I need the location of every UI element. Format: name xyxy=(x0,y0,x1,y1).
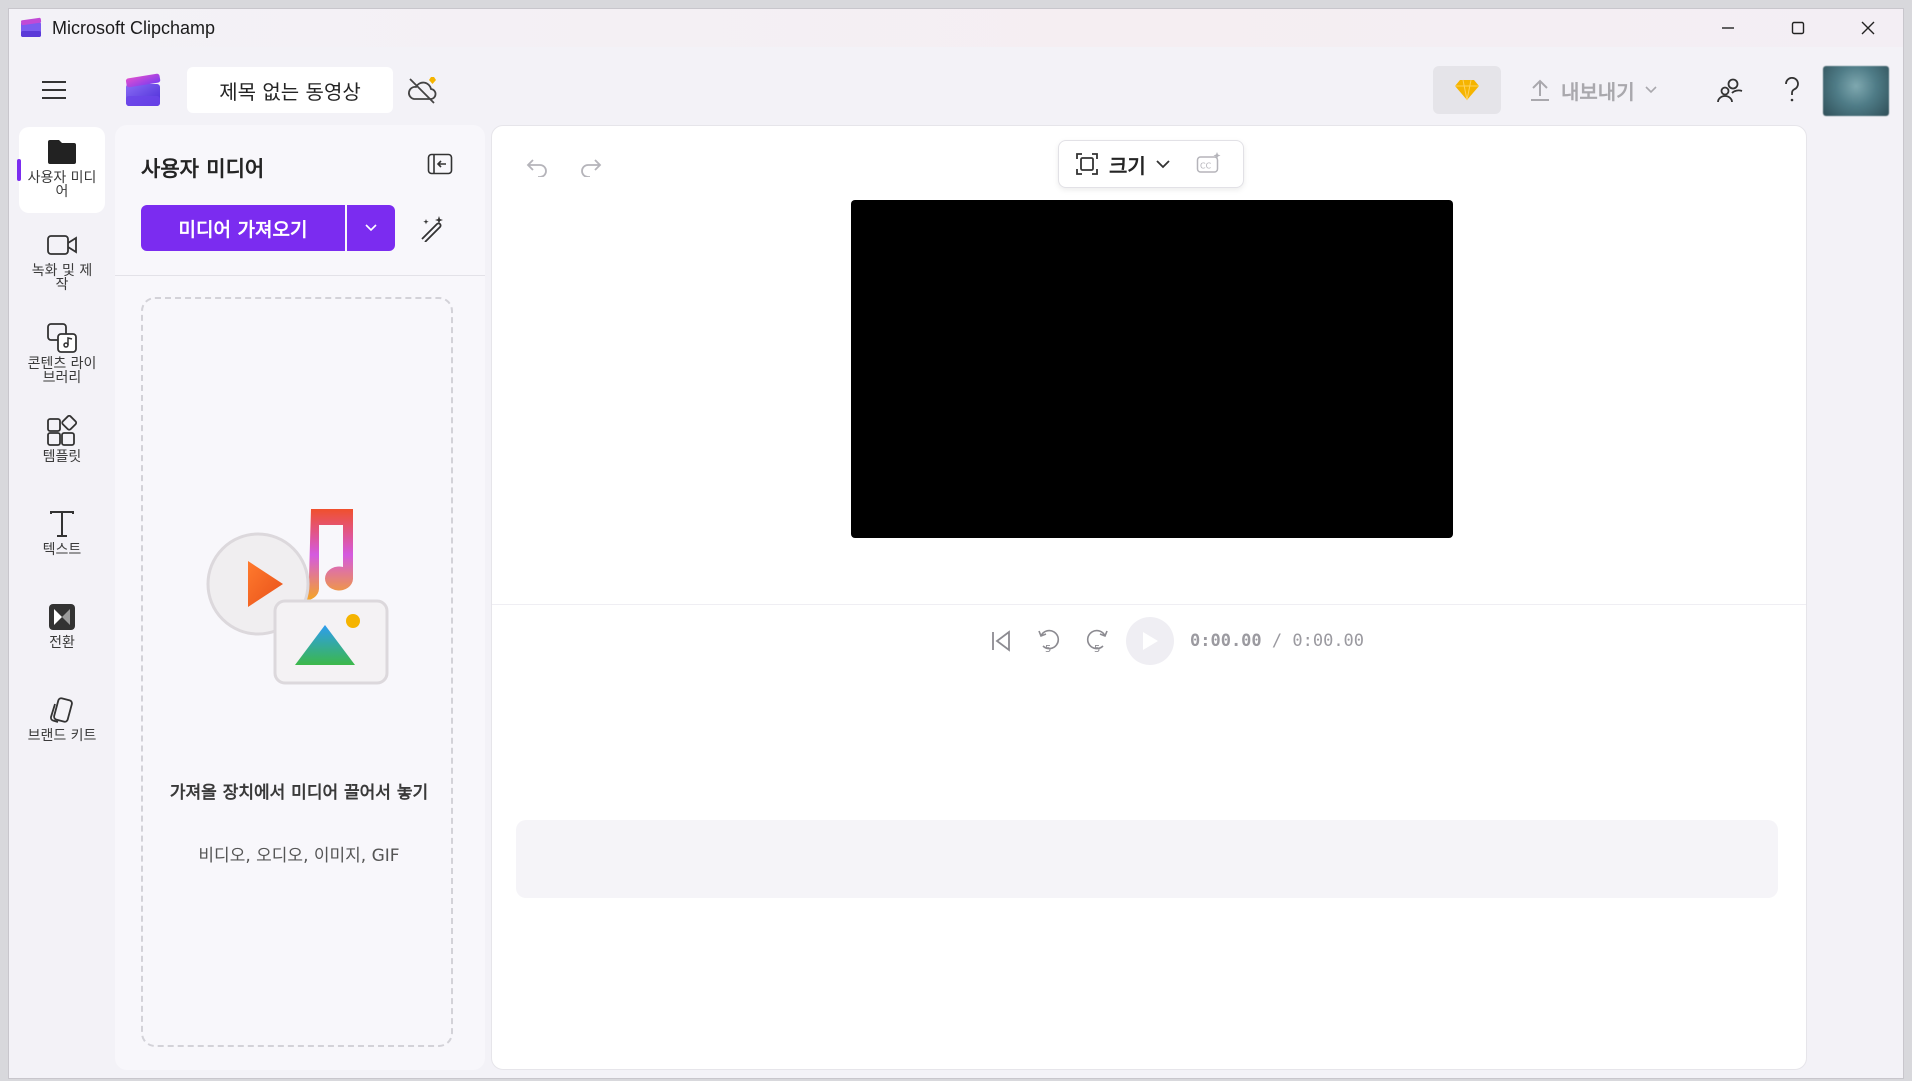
minimize-icon xyxy=(1722,27,1734,29)
export-label: 내보내기 xyxy=(1561,79,1635,104)
redo-button[interactable] xyxy=(574,150,608,184)
total-time: 0:00.00 xyxy=(1292,631,1365,651)
nav-label: 텍스트 xyxy=(42,542,82,558)
title-bar: Microsoft Clipchamp xyxy=(9,9,1903,47)
size-label: 크기 xyxy=(1109,153,1146,178)
skip-to-start-icon xyxy=(992,630,1010,652)
clipchamp-logo-icon xyxy=(125,73,161,106)
app-window: Microsoft Clipchamp 제목 없는 동영상 내보내기 사용자 미… xyxy=(8,8,1904,1079)
help-button[interactable] xyxy=(1771,69,1813,111)
svg-text:CC: CC xyxy=(1200,162,1212,171)
undo-button[interactable] xyxy=(520,150,554,184)
clipchamp-app-icon xyxy=(21,17,42,37)
nav-label: 사용자 미디어 xyxy=(27,170,97,200)
question-icon xyxy=(1785,77,1799,102)
nav-item-record-create[interactable]: 녹화 및 제작 xyxy=(19,220,105,306)
nav-item-brand-kit[interactable]: 브랜드 키트 xyxy=(19,685,105,771)
dropzone-subtitle: 비디오, 오디오, 이미지, GIF xyxy=(198,846,400,866)
chevron-down-icon xyxy=(1645,86,1657,94)
panel-title: 사용자 미디어 xyxy=(141,157,265,181)
rewind-5-button[interactable]: 5 xyxy=(1030,622,1068,660)
close-button[interactable] xyxy=(1833,9,1903,47)
current-time: 0:00.00 xyxy=(1190,631,1262,651)
undo-icon xyxy=(526,159,547,177)
skip-to-start-button[interactable] xyxy=(982,622,1020,660)
premium-button[interactable] xyxy=(1433,66,1501,114)
nav-item-your-media[interactable]: 사용자 미디어 xyxy=(17,127,105,213)
menu-button[interactable] xyxy=(39,75,69,105)
collapse-panel-icon xyxy=(427,153,453,175)
chevron-down-icon xyxy=(1156,159,1170,168)
minimize-button[interactable] xyxy=(1693,9,1763,47)
import-media-button[interactable]: 미디어 가져오기 xyxy=(141,205,345,251)
templates-icon xyxy=(47,415,78,446)
window-title: Microsoft Clipchamp xyxy=(52,17,216,38)
nav-label: 녹화 및 제작 xyxy=(31,263,93,293)
export-button[interactable]: 내보내기 xyxy=(1529,69,1679,111)
nav-item-transitions[interactable]: 전환 xyxy=(19,592,105,678)
nav-label: 콘텐츠 라이브러리 xyxy=(27,356,97,386)
share-button[interactable] xyxy=(1709,69,1751,111)
chevron-down-icon xyxy=(365,224,377,232)
redo-icon xyxy=(581,159,602,177)
maximize-icon xyxy=(1791,21,1805,35)
video-camera-icon xyxy=(47,235,77,255)
media-panel: 사용자 미디어 미디어 가져오기 가져올 장치에서 미디어 끌어서 놓기 비디오… xyxy=(115,125,485,1070)
top-bar: 제목 없는 동영상 내보내기 xyxy=(9,57,1903,119)
fast-forward-icon: 5 xyxy=(1086,629,1108,655)
dropzone-title: 가져올 장치에서 미디어 끌어서 놓기 xyxy=(169,783,429,803)
nav-item-content-library[interactable]: 콘텐츠 라이브러리 xyxy=(19,313,105,399)
media-dropzone[interactable]: 가져올 장치에서 미디어 끌어서 놓기 비디오, 오디오, 이미지, GIF xyxy=(141,297,453,1047)
maximize-button[interactable] xyxy=(1763,9,1833,47)
time-display: 0:00.00 / 0:00.00 xyxy=(1190,631,1364,651)
folder-icon xyxy=(48,140,76,164)
forward-seconds: 5 xyxy=(1094,644,1100,655)
video-preview-canvas[interactable] xyxy=(851,200,1453,538)
nav-item-templates[interactable]: 템플릿 xyxy=(19,406,105,492)
editor-divider xyxy=(492,604,1806,605)
import-media-dropdown[interactable] xyxy=(347,205,395,251)
editor-area: 크기 CC 5 5 0:00.00 / 0:00.00 xyxy=(491,125,1807,1070)
media-types-illustration-icon xyxy=(206,509,389,685)
playback-controls: 5 5 0:00.00 / 0:00.00 xyxy=(982,614,1382,668)
nav-label: 전환 xyxy=(49,635,75,651)
project-title-field[interactable]: 제목 없는 동영상 xyxy=(187,67,393,113)
play-button[interactable] xyxy=(1126,617,1174,665)
cloud-off-premium-icon xyxy=(408,77,437,104)
hamburger-icon xyxy=(42,81,66,99)
captions-sparkle-icon[interactable]: CC xyxy=(1196,152,1222,176)
text-icon xyxy=(50,511,74,537)
nav-item-text[interactable]: 텍스트 xyxy=(19,499,105,585)
nav-label: 브랜드 키트 xyxy=(27,728,97,744)
time-separator: / xyxy=(1261,631,1293,651)
forward-5-button[interactable]: 5 xyxy=(1078,622,1116,660)
magic-wand-button[interactable] xyxy=(411,207,453,249)
transitions-icon xyxy=(49,604,75,630)
rewind-seconds: 5 xyxy=(1045,644,1051,655)
aspect-ratio-button[interactable]: 크기 CC xyxy=(1058,140,1244,188)
upload-icon xyxy=(1531,79,1549,101)
left-nav: 사용자 미디어 녹화 및 제작 콘텐츠 라이브러리 템플릿 텍스트 전환 브랜드… xyxy=(17,127,105,1077)
user-avatar[interactable] xyxy=(1823,66,1889,116)
collapse-panel-button[interactable] xyxy=(423,147,457,181)
panel-divider xyxy=(115,275,485,276)
diamond-icon xyxy=(1455,79,1479,101)
nav-label: 템플릿 xyxy=(42,449,82,465)
magic-wand-icon xyxy=(421,216,443,242)
play-icon xyxy=(1143,632,1158,650)
timeline-track[interactable] xyxy=(516,820,1778,898)
close-icon xyxy=(1861,21,1875,35)
people-share-icon xyxy=(1717,78,1743,103)
cloud-sync-button[interactable] xyxy=(405,73,441,107)
resize-frame-icon xyxy=(1076,153,1098,175)
brand-kit-icon xyxy=(50,697,73,723)
content-library-icon xyxy=(47,323,77,353)
rewind-icon: 5 xyxy=(1038,629,1060,655)
